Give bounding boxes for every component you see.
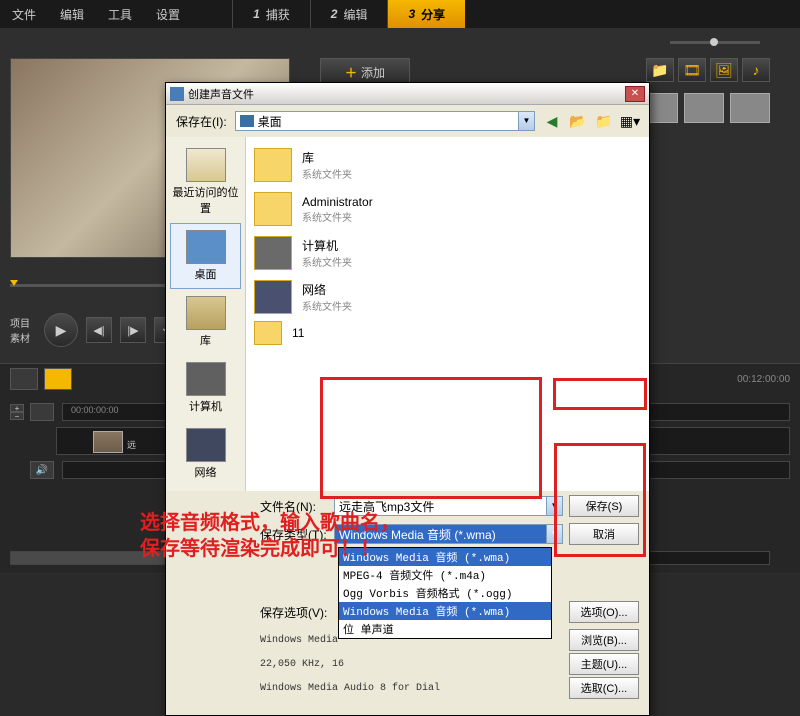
menu-edit[interactable]: 编辑 <box>48 6 96 23</box>
list-item[interactable]: 网络系统文件夹 <box>254 275 641 319</box>
timeline-view-btn[interactable] <box>44 368 72 390</box>
save-button[interactable]: 保存(S) <box>569 495 639 517</box>
codec-info: Windows Media <box>260 635 338 646</box>
subject-button[interactable]: 主题(U)... <box>569 653 639 675</box>
storyboard-view-btn[interactable] <box>10 368 38 390</box>
expand-icon[interactable]: + <box>10 404 24 412</box>
list-item[interactable]: 库系统文件夹 <box>254 143 641 187</box>
media-audio-btn[interactable]: ♪ <box>742 58 770 82</box>
tab-capture[interactable]: 1捕获 <box>232 0 310 28</box>
profile-info: Windows Media Audio 8 for Dial <box>260 683 440 694</box>
chevron-down-icon[interactable]: ▼ <box>546 525 562 543</box>
place-recent[interactable]: 最近访问的位置 <box>170 141 241 223</box>
menu-settings[interactable]: 设置 <box>144 6 192 23</box>
dropdown-option[interactable]: MPEG-4 音频文件 (*.m4a) <box>339 566 551 584</box>
material-tab-label[interactable]: 素材 <box>10 330 30 345</box>
places-sidebar: 最近访问的位置 桌面 库 计算机 网络 <box>166 137 246 491</box>
chevron-down-icon[interactable]: ▼ <box>518 112 534 130</box>
media-photo-btn[interactable]: 🖼 <box>710 58 738 82</box>
place-desktop[interactable]: 桌面 <box>170 223 241 289</box>
clip-thumbnail[interactable] <box>93 431 123 453</box>
save-location-combo[interactable]: 桌面 ▼ <box>235 111 535 131</box>
clip-label: 远 <box>127 438 136 451</box>
save-location-row: 保存在(I): 桌面 ▼ ◀ 📂 📁 ▦▾ <box>166 105 649 137</box>
place-library[interactable]: 库 <box>170 289 241 355</box>
video-track-icon <box>30 403 54 421</box>
secondary-timecode: 00:12:00:00 <box>737 374 790 385</box>
menu-tools[interactable]: 工具 <box>96 6 144 23</box>
options-label: 保存选项(V): <box>260 604 328 621</box>
sample-info: 22,050 KHz, 16 <box>260 659 344 670</box>
place-computer[interactable]: 计算机 <box>170 355 241 421</box>
next-frame-button[interactable]: |▶ <box>120 317 146 343</box>
project-tab-label[interactable]: 项目 <box>10 315 30 330</box>
play-button[interactable]: ▶ <box>44 313 78 347</box>
list-item[interactable]: 计算机系统文件夹 <box>254 231 641 275</box>
file-list: 库系统文件夹 Administrator系统文件夹 计算机系统文件夹 网络系统文… <box>246 137 649 491</box>
new-folder-icon[interactable]: 📁 <box>595 112 613 130</box>
browse-button[interactable]: 浏览(B)... <box>569 629 639 651</box>
desktop-icon <box>240 115 254 127</box>
up-folder-icon[interactable]: 📂 <box>569 112 587 130</box>
list-item[interactable]: 11 <box>254 319 641 347</box>
options-button[interactable]: 选项(O)... <box>569 601 639 623</box>
back-icon[interactable]: ◀ <box>543 112 561 130</box>
dialog-title: 创建声音文件 <box>188 86 254 102</box>
dialog-icon <box>170 87 184 101</box>
chevron-down-icon[interactable]: ▼ <box>546 497 562 515</box>
playback-controls: 项目 素材 ▶ ◀| |▶ ⟲ <box>10 313 180 347</box>
plus-icon: ＋ <box>345 64 357 81</box>
cancel-button[interactable]: 取消 <box>569 523 639 545</box>
thumbnail[interactable] <box>684 93 724 123</box>
audio-track-icon: 🔊 <box>30 461 54 479</box>
place-network[interactable]: 网络 <box>170 421 241 487</box>
media-film-btn[interactable]: 🎞 <box>678 58 706 82</box>
dialog-titlebar[interactable]: 创建声音文件 ✕ <box>166 83 649 105</box>
menu-file[interactable]: 文件 <box>0 6 48 23</box>
workflow-tabs: 1捕获 2编辑 3分享 <box>232 0 465 28</box>
view-menu-icon[interactable]: ▦▾ <box>621 112 639 130</box>
dropdown-option[interactable]: Ogg Vorbis 音频格式 (*.ogg) <box>339 584 551 602</box>
media-filter-buttons: 📁 🎞 🖼 ♪ <box>646 58 770 82</box>
zoom-slider[interactable] <box>670 38 760 48</box>
dropdown-option[interactable]: Windows Media 音频 (*.wma) <box>339 602 551 620</box>
collapse-icon[interactable]: − <box>10 412 24 420</box>
prev-frame-button[interactable]: ◀| <box>86 317 112 343</box>
select-button[interactable]: 选取(C)... <box>569 677 639 699</box>
media-folder-btn[interactable]: 📁 <box>646 58 674 82</box>
save-in-label: 保存在(I): <box>176 113 227 130</box>
tab-edit[interactable]: 2编辑 <box>310 0 388 28</box>
playhead-marker[interactable] <box>10 280 18 286</box>
tab-share[interactable]: 3分享 <box>387 0 465 28</box>
annotation-text: 选择音频格式，输入歌曲名， 保存等待渲染完成即可！！ <box>140 510 400 562</box>
save-sound-dialog: 创建声音文件 ✕ 保存在(I): 桌面 ▼ ◀ 📂 📁 ▦▾ 最近访问的位置 桌… <box>165 82 650 716</box>
dropdown-option[interactable]: 位 单声道 <box>339 620 551 638</box>
list-item[interactable]: Administrator系统文件夹 <box>254 187 641 231</box>
close-button[interactable]: ✕ <box>625 86 645 102</box>
top-menu-bar: 文件 编辑 工具 设置 1捕获 2编辑 3分享 <box>0 0 800 28</box>
thumbnail[interactable] <box>730 93 770 123</box>
